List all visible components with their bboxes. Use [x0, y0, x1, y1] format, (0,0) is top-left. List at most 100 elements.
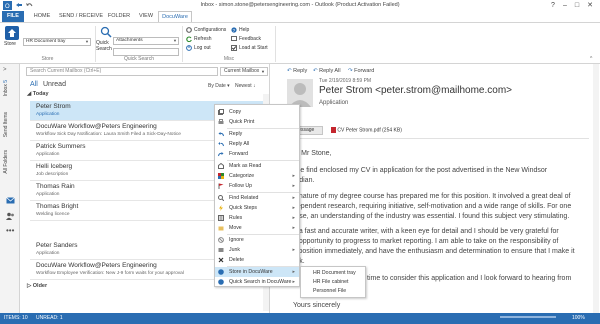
menu-item-store-in-docuware[interactable]: Store in DocuWare ▸ [215, 267, 299, 277]
menu-item-follow-up[interactable]: Follow Up ▸ [215, 181, 299, 191]
tab-view[interactable]: VIEW [136, 11, 156, 22]
sent-items-folder[interactable]: Send Items [3, 112, 9, 137]
inbox-count: 5 [3, 80, 9, 83]
help-ribbon-button[interactable]: ? Help [231, 26, 249, 34]
forward-icon: ↷ [348, 68, 353, 74]
menu-item-copy[interactable]: Copy [215, 107, 299, 117]
load-at-start-label: Load at Start [239, 45, 268, 51]
reply-all-label: Reply All [319, 68, 341, 74]
message-sender: Peter Strom [36, 103, 71, 110]
reply-all-button[interactable]: ↶ Reply All [313, 68, 341, 74]
close-button[interactable]: ✕ [585, 1, 595, 10]
collapse-triangle-icon: ◢ [27, 91, 32, 97]
filter-all[interactable]: All [30, 81, 38, 88]
maximize-button[interactable]: □ [572, 1, 582, 10]
inbox-label: Inbox [3, 84, 9, 97]
mail-icon[interactable] [6, 197, 15, 204]
minimize-button[interactable]: – [560, 1, 570, 10]
log-out-button[interactable]: Log out [186, 44, 211, 52]
people-icon[interactable] [6, 212, 15, 220]
menu-item-find-related[interactable]: Find Related ▸ [215, 193, 299, 203]
refresh-button[interactable]: Refresh [186, 35, 212, 43]
store-button[interactable] [5, 26, 19, 40]
menu-item-categorize[interactable]: Categorize ▸ [215, 171, 299, 181]
menu-item-move[interactable]: Move ▸ [215, 223, 299, 233]
message-subject: Workflow Sick Day Notification: Laura Sm… [36, 132, 181, 137]
attachments-select[interactable]: Attachments ▼ [113, 37, 179, 45]
submenu-item-hr-document-tray[interactable]: HR Document tray [301, 269, 365, 278]
collapse-ribbon-icon[interactable]: ^ [590, 56, 592, 62]
message-sender-header: Peter Strom <peter.strom@mailhome.com> [319, 85, 512, 96]
status-bar: ITEMS: 10 UNREAD: 1 100% [0, 313, 600, 324]
chevron-down-icon: ▼ [173, 38, 177, 43]
body-line: s position immediately, and have the ent… [293, 248, 575, 255]
menu-item-label: Mark as Read [229, 163, 262, 169]
sort-order[interactable]: Newest ↓ [235, 83, 256, 89]
menu-item-quick-search-in-docuware[interactable]: Quick Search in DocuWare ▸ [215, 277, 299, 287]
load-at-start-checkbox[interactable]: Load at Start [231, 44, 268, 52]
submenu-item-hr-file-cabinet[interactable]: HR File cabinet [301, 278, 365, 287]
submenu-arrow-icon: ▸ [292, 279, 295, 285]
tab-home[interactable]: HOME [30, 11, 54, 22]
menu-item-delete[interactable]: Delete [215, 255, 299, 265]
menu-item-quick-steps[interactable]: Quick Steps ▸ [215, 203, 299, 213]
zoom-slider[interactable] [500, 316, 556, 318]
filter-unread[interactable]: Unread [43, 81, 66, 88]
junk-icon [218, 248, 224, 252]
inbox-folder[interactable]: Inbox 5 [3, 80, 9, 96]
checkbox-checked-icon [231, 44, 237, 51]
forward-button[interactable]: ↷ Forward [348, 68, 374, 74]
menu-item-rules[interactable]: Rules ▸ [215, 213, 299, 223]
reply-label: Reply [293, 68, 308, 74]
group-separator [275, 26, 276, 62]
menu-item-forward[interactable]: Forward [215, 149, 299, 159]
reply-button[interactable]: ↶ Reply [287, 68, 307, 74]
submenu-arrow-icon: ▸ [292, 269, 295, 275]
menu-item-quick-print[interactable]: Quick Print [215, 117, 299, 127]
submenu-arrow-icon: ▸ [292, 225, 295, 231]
menu-item-reply[interactable]: Reply [215, 129, 299, 139]
rules-icon [218, 215, 224, 221]
group-header-older[interactable]: ▷ Older [27, 283, 47, 289]
store-submenu: HR Document tray HR File cabinet Personn… [300, 266, 366, 298]
attachment-item[interactable]: CV Peter Strom.pdf (254 KB) [331, 127, 402, 133]
quick-search-button[interactable] [100, 26, 112, 38]
menu-item-junk[interactable]: Junk ▸ [215, 245, 299, 255]
feedback-button[interactable]: Feedback [231, 35, 261, 43]
menu-item-mark-as-read[interactable]: Mark as Read [215, 161, 299, 171]
group-header-today[interactable]: ◢ Today [27, 91, 49, 97]
mailbox-search-input[interactable]: Search Current Mailbox (Ctrl+E) [26, 67, 218, 76]
more-apps-icon[interactable]: ••• [6, 227, 14, 235]
search-scope-select[interactable]: Current Mailbox ▼ [220, 67, 268, 76]
group-today-label: Today [32, 91, 49, 97]
tab-folder[interactable]: FOLDER [106, 11, 132, 22]
tab-file[interactable]: FILE [2, 11, 24, 22]
find-icon [218, 195, 224, 201]
gear-icon [186, 26, 192, 33]
configurations-button[interactable]: Configurations [186, 26, 226, 34]
expand-folder-pane-icon[interactable]: > [3, 67, 7, 73]
menu-item-reply-all[interactable]: Reply All [215, 139, 299, 149]
reading-pane-scrollbar[interactable] [593, 64, 599, 313]
body-line: time to consider this application and I … [367, 275, 572, 282]
tab-send-receive[interactable]: SEND / RECEIVE [58, 11, 104, 22]
menu-item-label: Rules [229, 215, 243, 221]
sort-by-date[interactable]: By Date ▾ [208, 83, 230, 89]
menu-item-label: Quick Search in DocuWare [229, 279, 292, 285]
docuware-search-input[interactable] [113, 48, 179, 56]
items-count: ITEMS: 10 [4, 315, 28, 321]
move-folder-icon [218, 226, 224, 231]
help-button[interactable]: ? [548, 1, 558, 10]
body-line: e nature of my degree course has prepare… [293, 193, 571, 200]
message-sender: DocuWare Workflow@Peters Engineering [36, 123, 157, 130]
store-tray-select[interactable]: HR Document tray ▼ [23, 38, 91, 46]
sort-by-label: By Date [208, 83, 226, 89]
menu-item-ignore[interactable]: Ignore [215, 235, 299, 245]
context-menu: Copy Quick Print Reply Reply All Forward… [214, 104, 300, 287]
menu-item-label: Quick Print [229, 119, 255, 125]
zoom-level: 100% [572, 315, 585, 321]
menu-item-label: Junk [229, 247, 240, 253]
all-folders-folder[interactable]: All Folders [3, 150, 9, 174]
menu-item-label: Store in DocuWare [229, 269, 273, 275]
submenu-item-personnel-file[interactable]: Personnel File [301, 287, 365, 296]
